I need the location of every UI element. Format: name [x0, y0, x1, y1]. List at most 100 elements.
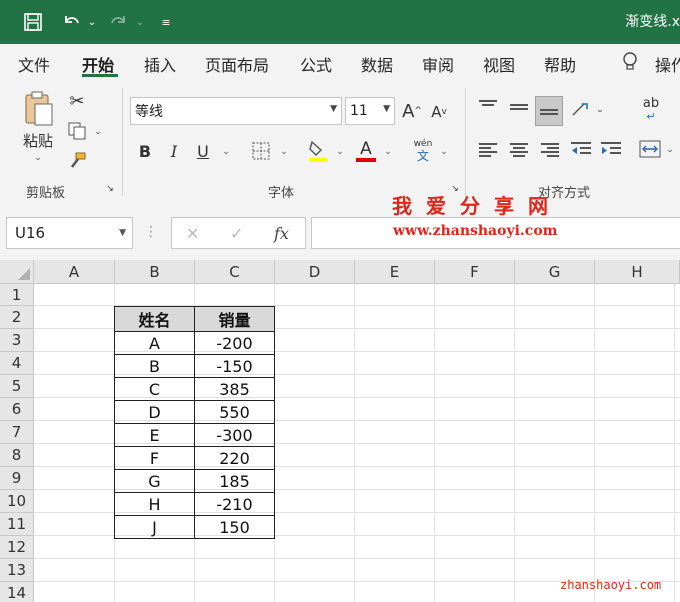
- shrink-font-button[interactable]: Av: [428, 102, 450, 122]
- column-header-a[interactable]: A: [34, 260, 115, 284]
- table-cell[interactable]: -210: [194, 492, 275, 516]
- wrap-text-button[interactable]: ab ↵: [638, 96, 664, 124]
- column-header-h[interactable]: H: [595, 260, 680, 284]
- clipboard-launcher-icon[interactable]: ↘: [105, 184, 115, 194]
- font-color-button[interactable]: A: [354, 138, 378, 164]
- table-cell[interactable]: A: [114, 331, 195, 355]
- align-center-icon[interactable]: [510, 143, 528, 157]
- wrap-text-glyph: ab: [642, 96, 660, 111]
- table-cell[interactable]: 185: [194, 469, 275, 493]
- tab-file[interactable]: 文件: [18, 52, 50, 76]
- bold-button[interactable]: B: [136, 140, 154, 162]
- column-header-b[interactable]: B: [115, 260, 195, 284]
- row-header-12[interactable]: 12: [0, 536, 34, 559]
- row-header-4[interactable]: 4: [0, 352, 34, 375]
- select-all-corner[interactable]: [0, 260, 34, 284]
- table-cell[interactable]: D: [114, 400, 195, 424]
- row-header-5[interactable]: 5: [0, 375, 34, 398]
- column-header-f[interactable]: F: [435, 260, 515, 284]
- font-color-dropdown-icon[interactable]: ⌄: [382, 146, 394, 158]
- format-painter-icon[interactable]: [66, 150, 88, 172]
- lightbulb-icon[interactable]: [620, 52, 640, 72]
- middle-align-icon[interactable]: [510, 104, 528, 118]
- borders-icon[interactable]: [250, 140, 272, 162]
- paste-dropdown-icon[interactable]: ⌄: [32, 152, 44, 164]
- increase-indent-icon[interactable]: [600, 140, 622, 160]
- row-header-1[interactable]: 1: [0, 284, 34, 306]
- decrease-indent-icon[interactable]: [570, 140, 592, 160]
- cut-icon[interactable]: ✂: [66, 90, 88, 112]
- row-header-7[interactable]: 7: [0, 421, 34, 444]
- tab-page-layout[interactable]: 页面布局: [205, 52, 269, 76]
- merge-dropdown-icon[interactable]: ⌄: [664, 144, 676, 156]
- header-cell-name[interactable]: 姓名: [114, 306, 195, 332]
- table-cell[interactable]: 150: [194, 515, 275, 539]
- tab-formulas[interactable]: 公式: [300, 52, 332, 76]
- table-cell[interactable]: -150: [194, 354, 275, 378]
- table-cell[interactable]: 220: [194, 446, 275, 470]
- column-header-e[interactable]: E: [355, 260, 435, 284]
- tab-review[interactable]: 审阅: [422, 52, 454, 76]
- copy-icon[interactable]: [66, 120, 88, 142]
- font-name-select[interactable]: 等线 ▼: [130, 97, 342, 125]
- column-header-g[interactable]: G: [515, 260, 595, 284]
- merge-center-icon[interactable]: [638, 138, 662, 160]
- save-icon[interactable]: [20, 9, 46, 35]
- fill-color-dropdown-icon[interactable]: ⌄: [334, 146, 346, 158]
- table-cell[interactable]: B: [114, 354, 195, 378]
- name-box[interactable]: U16 ▼: [6, 217, 133, 249]
- row-header-9[interactable]: 9: [0, 467, 34, 490]
- row-header-3[interactable]: 3: [0, 329, 34, 352]
- phonetic-dropdown-icon[interactable]: ⌄: [438, 146, 450, 158]
- data-table: 姓名 销量 A -200 B -150 C 385 D 550 E -300 F 220 G…: [114, 306, 275, 539]
- paste-icon[interactable]: [22, 90, 56, 128]
- tab-insert[interactable]: 插入: [144, 52, 176, 76]
- table-cell[interactable]: 550: [194, 400, 275, 424]
- paste-button[interactable]: 粘贴: [20, 130, 56, 150]
- tab-data[interactable]: 数据: [361, 52, 393, 76]
- copy-dropdown-icon[interactable]: ⌄: [92, 126, 104, 138]
- bottom-align-button[interactable]: [535, 96, 563, 126]
- tab-help[interactable]: 帮助: [544, 52, 576, 76]
- grow-font-button[interactable]: A ^: [400, 100, 424, 122]
- align-right-icon[interactable]: [541, 143, 559, 157]
- font-size-select[interactable]: 11 ▼: [345, 97, 395, 125]
- table-cell[interactable]: J: [114, 515, 195, 539]
- column-header-d[interactable]: D: [275, 260, 355, 284]
- row-header-10[interactable]: 10: [0, 490, 34, 513]
- undo-icon[interactable]: [58, 9, 84, 35]
- row-header-13[interactable]: 13: [0, 559, 34, 582]
- align-left-icon[interactable]: [479, 143, 497, 157]
- table-cell[interactable]: -300: [194, 423, 275, 447]
- table-cell[interactable]: 385: [194, 377, 275, 401]
- row-header-11[interactable]: 11: [0, 513, 34, 536]
- table-cell[interactable]: -200: [194, 331, 275, 355]
- undo-dropdown-icon[interactable]: ⌄: [86, 9, 98, 35]
- phonetic-guide-button[interactable]: wén 文: [410, 138, 436, 164]
- top-align-icon[interactable]: [479, 100, 497, 114]
- table-cell[interactable]: H: [114, 492, 195, 516]
- table-cell[interactable]: G: [114, 469, 195, 493]
- row-header-8[interactable]: 8: [0, 444, 34, 467]
- orientation-dropdown-icon[interactable]: ⌄: [594, 104, 606, 116]
- underline-button[interactable]: U: [194, 140, 212, 162]
- customize-qat-icon[interactable]: ≡: [158, 9, 174, 35]
- table-cell[interactable]: F: [114, 446, 195, 470]
- underline-dropdown-icon[interactable]: ⌄: [220, 146, 232, 158]
- fill-color-icon[interactable]: [306, 138, 330, 164]
- table-cell[interactable]: C: [114, 377, 195, 401]
- orientation-icon[interactable]: [568, 98, 594, 122]
- tab-tell-me[interactable]: 操作: [655, 52, 680, 76]
- italic-button[interactable]: I: [165, 140, 183, 162]
- borders-dropdown-icon[interactable]: ⌄: [278, 146, 290, 158]
- row-header-6[interactable]: 6: [0, 398, 34, 421]
- tab-home[interactable]: 开始: [82, 52, 114, 76]
- tab-view[interactable]: 视图: [483, 52, 515, 76]
- header-cell-sales[interactable]: 销量: [194, 306, 275, 332]
- table-cell[interactable]: E: [114, 423, 195, 447]
- row-header-2[interactable]: 2: [0, 306, 34, 329]
- row-header-14[interactable]: 14: [0, 582, 34, 602]
- spreadsheet-grid[interactable]: A B C D E F G H 1 2 3 4 5 6 7 8 9 10 11 …: [0, 260, 680, 602]
- insert-function-icon[interactable]: fx: [274, 224, 289, 243]
- column-header-c[interactable]: C: [195, 260, 275, 284]
